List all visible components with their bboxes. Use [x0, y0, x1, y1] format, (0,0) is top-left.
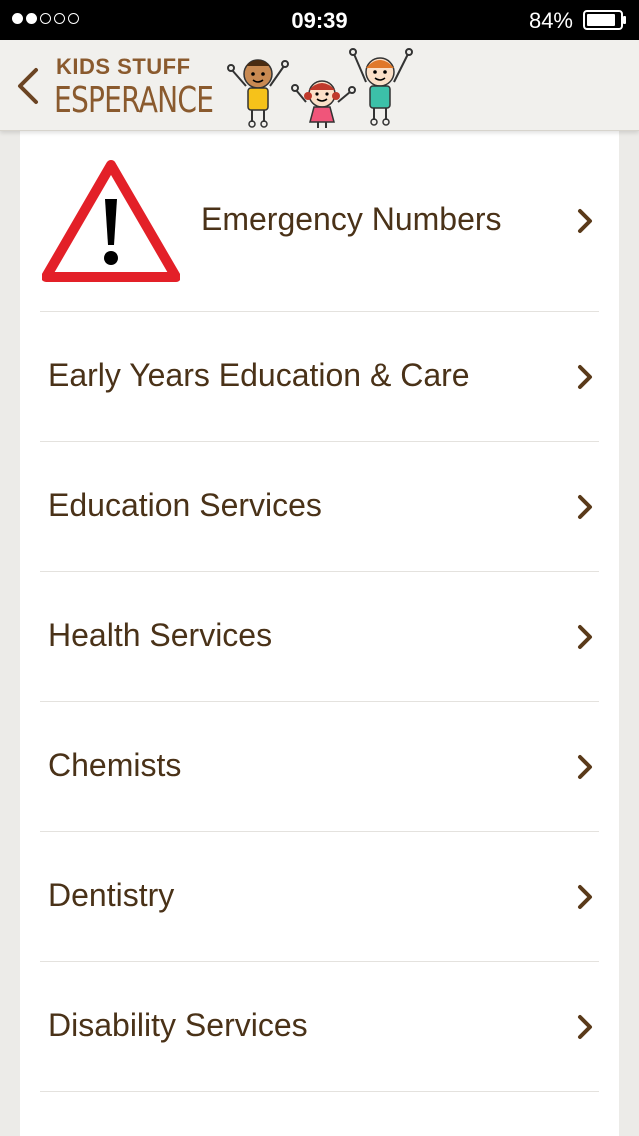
chevron-right-icon: [578, 755, 592, 779]
back-button[interactable]: [14, 66, 42, 106]
app-logo: KIDS STUFF ESPERANCE: [54, 46, 424, 130]
warning-triangle-icon: [42, 160, 180, 282]
status-bar: 09:39 84%: [0, 0, 639, 40]
list-item-label: Early Years Education & Care: [48, 357, 470, 393]
list-item-early-years[interactable]: Early Years Education & Care: [40, 311, 599, 442]
app-header: KIDS STUFF ESPERANCE: [0, 40, 639, 131]
chevron-right-icon: [578, 209, 592, 233]
list-item-label: Emergency Numbers: [201, 201, 502, 237]
kids-illustration-icon: [227, 48, 413, 128]
list-item-dentistry[interactable]: Dentistry: [40, 831, 599, 962]
list-item-label: Chemists: [48, 747, 182, 783]
chevron-right-icon: [578, 1015, 592, 1039]
logo-bottom-text: ESPERANCE: [54, 80, 214, 121]
list-item-emergency-numbers[interactable]: Emergency Numbers: [40, 131, 599, 312]
battery-icon: [583, 10, 626, 30]
chevron-right-icon: [578, 365, 592, 389]
list-item-education-services[interactable]: Education Services: [40, 441, 599, 572]
battery-percent: 84%: [528, 8, 573, 33]
list-item-label: Education Services: [48, 487, 322, 523]
list-item-chemists[interactable]: Chemists: [40, 701, 599, 832]
chevron-right-icon: [578, 885, 592, 909]
chevron-right-icon: [578, 625, 592, 649]
chevron-right-icon: [578, 495, 592, 519]
logo-top-text: KIDS STUFF: [56, 54, 191, 79]
list-item-label: Disability Services: [48, 1007, 308, 1043]
list-item-disability-services[interactable]: Disability Services: [40, 961, 599, 1092]
list-item-label: Health Services: [48, 617, 273, 653]
menu-list: Emergency Numbers Early Years Education …: [20, 131, 619, 1136]
list-item-health-services[interactable]: Health Services: [40, 571, 599, 702]
list-item-label: Dentistry: [48, 877, 175, 913]
